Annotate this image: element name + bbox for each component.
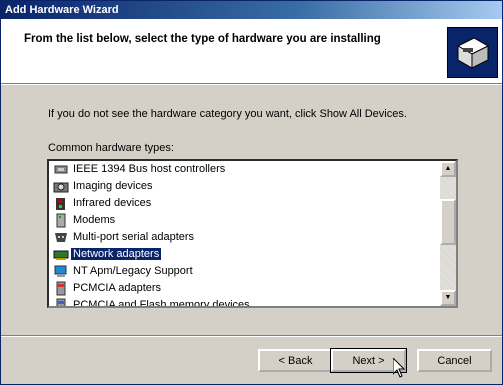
computer-icon (53, 264, 69, 279)
list-item-ieee1394[interactable]: IEEE 1394 Bus host controllers (49, 161, 456, 178)
header-separator (1, 84, 502, 85)
wizard-header: From the list below, select the type of … (1, 19, 502, 84)
list-item-label: IEEE 1394 Bus host controllers (73, 163, 226, 175)
pcmcia-icon (53, 281, 69, 296)
ieee1394-icon (53, 162, 69, 177)
header-title: From the list below, select the type of … (24, 33, 381, 45)
list-item-label: PCMCIA and Flash memory devices (73, 299, 250, 308)
camera-icon (53, 179, 69, 194)
list-items: IEEE 1394 Bus host controllers Imaging d… (49, 161, 456, 308)
add-hardware-wizard-window: Add Hardware Wizard From the list below,… (0, 0, 503, 385)
list-item-network-adapters[interactable]: Network adapters (49, 246, 456, 263)
list-item-pcmcia-adapters[interactable]: PCMCIA adapters (49, 280, 456, 297)
network-adapter-icon (53, 247, 69, 262)
modem-icon (53, 213, 69, 228)
footer-separator (1, 335, 502, 337)
scroll-down-button[interactable]: ▼ (440, 290, 456, 306)
cancel-button[interactable]: Cancel (417, 349, 492, 372)
list-label: Common hardware types: (48, 142, 174, 154)
list-item-infrared[interactable]: Infrared devices (49, 195, 456, 212)
mouse-cursor-icon (392, 356, 406, 381)
list-item-label: PCMCIA adapters (73, 282, 162, 294)
list-item-nt-apm[interactable]: NT Apm/Legacy Support (49, 263, 456, 280)
list-item-label: Network adapters (71, 248, 162, 260)
list-item-modems[interactable]: Modems (49, 212, 456, 229)
pcmcia-flash-icon (53, 298, 69, 306)
list-item-label: Multi-port serial adapters (73, 231, 195, 243)
vertical-scrollbar[interactable]: ▲ ▼ (440, 161, 456, 306)
list-item-label: Imaging devices (73, 180, 153, 192)
infrared-icon (53, 196, 69, 211)
serial-port-icon (53, 230, 69, 245)
hardware-wizard-icon (447, 27, 498, 78)
list-item-label: NT Apm/Legacy Support (73, 265, 193, 277)
info-text: If you do not see the hardware category … (48, 108, 407, 120)
list-item-imaging[interactable]: Imaging devices (49, 178, 456, 195)
title-bar[interactable]: Add Hardware Wizard (1, 1, 502, 19)
back-button[interactable]: < Back (258, 349, 333, 372)
scroll-up-button[interactable]: ▲ (440, 161, 456, 177)
list-item-pcmcia-flash[interactable]: PCMCIA and Flash memory devices (49, 297, 456, 308)
list-item-multiport-serial[interactable]: Multi-port serial adapters (49, 229, 456, 246)
list-item-label: Infrared devices (73, 197, 152, 209)
hardware-types-listbox[interactable]: IEEE 1394 Bus host controllers Imaging d… (47, 159, 458, 308)
scroll-thumb[interactable] (440, 199, 456, 245)
list-item-label: Modems (73, 214, 116, 226)
